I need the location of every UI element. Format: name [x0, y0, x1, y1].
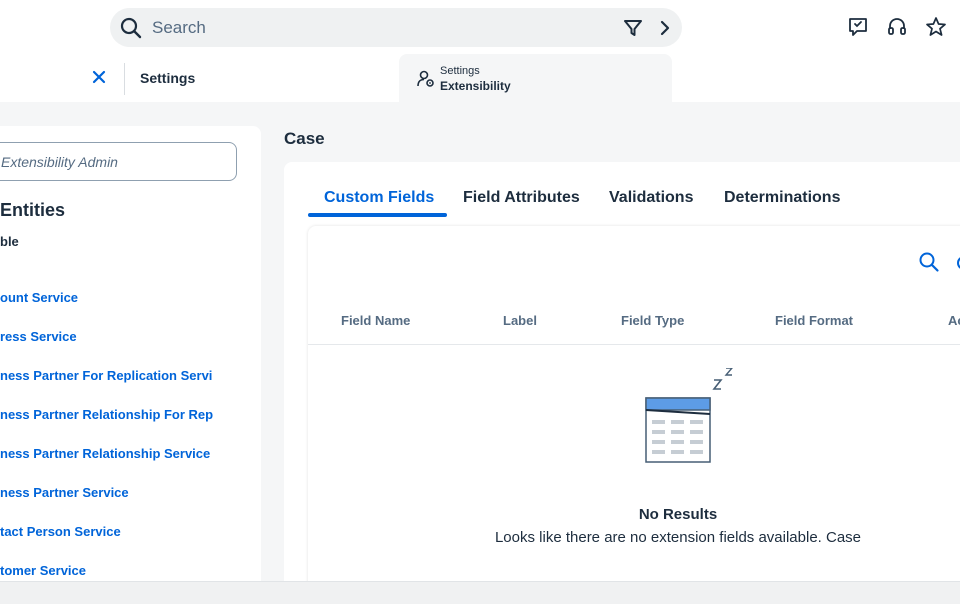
role-select-field[interactable]: Extensibility Admin — [0, 142, 237, 181]
header-divider — [308, 344, 960, 345]
tab-validations[interactable]: Validations — [609, 189, 693, 207]
sidebar-item[interactable]: ness Partner Service — [0, 485, 225, 500]
custom-fields-table: Field Name Label Field Type Field Format… — [308, 226, 960, 596]
shell-header: Search — [0, 0, 960, 54]
bottom-bar — [0, 581, 960, 604]
empty-state-title: No Results — [638, 506, 718, 523]
sidebar-subheading: ble — [0, 234, 19, 249]
column-header-label[interactable]: Label — [503, 313, 537, 328]
empty-table-illustration — [645, 368, 733, 463]
global-search-field[interactable]: Search — [110, 8, 682, 47]
app-tabstrip: Settings Settings Extensibility — [0, 54, 960, 102]
tab-custom-fields[interactable]: Custom Fields — [324, 189, 434, 207]
sidebar-item[interactable]: ount Service — [0, 290, 225, 305]
search-placeholder[interactable]: Search — [152, 18, 206, 38]
tab-determinations[interactable]: Determinations — [724, 189, 840, 207]
column-header-actions[interactable]: Ac — [948, 313, 960, 328]
sidebar-item[interactable]: ness Partner For Replication Servi — [0, 368, 225, 383]
column-header-field-format[interactable]: Field Format — [775, 313, 853, 328]
star-icon[interactable] — [924, 15, 948, 39]
sidebar-item[interactable]: ness Partner Relationship For Rep — [0, 407, 225, 422]
sidebar-item[interactable]: tact Person Service — [0, 524, 225, 539]
settings-icon[interactable] — [956, 255, 960, 271]
role-select-value: Extensibility Admin — [1, 154, 118, 170]
sidebar-item[interactable]: tomer Service — [0, 563, 225, 578]
search-icon[interactable] — [918, 251, 940, 273]
content-card: Custom Fields Field Attributes Validatio… — [284, 162, 960, 596]
close-icon[interactable] — [88, 66, 110, 88]
empty-state-message: Looks like there are no extension fields… — [494, 529, 862, 546]
tab-field-attributes[interactable]: Field Attributes — [463, 189, 580, 207]
divider — [124, 63, 125, 95]
sidebar-item[interactable]: ress Service — [0, 329, 225, 344]
column-header-field-type[interactable]: Field Type — [621, 313, 684, 328]
filter-icon[interactable] — [622, 17, 644, 39]
chevron-right-icon[interactable] — [655, 18, 675, 38]
entity-sidebar: Extensibility Admin Entities ble ount Se… — [0, 126, 261, 596]
tab-extensibility-label: Extensibility — [440, 79, 511, 93]
tab-extensibility-parent: Settings — [440, 65, 480, 77]
tab-extensibility[interactable]: Settings Extensibility — [399, 54, 672, 102]
user-settings-icon — [417, 70, 434, 87]
tab-bar: Custom Fields Field Attributes Validatio… — [284, 162, 960, 218]
active-tab-indicator — [308, 213, 447, 217]
column-header-field-name[interactable]: Field Name — [341, 313, 410, 328]
sidebar-heading: Entities — [0, 200, 66, 220]
search-icon[interactable] — [119, 16, 143, 40]
page-title: Case — [284, 129, 325, 148]
sidebar-item[interactable]: ness Partner Relationship Service — [0, 446, 225, 461]
feedback-icon[interactable] — [846, 15, 870, 39]
tab-settings[interactable]: Settings — [140, 70, 195, 86]
headset-icon[interactable] — [885, 15, 909, 39]
